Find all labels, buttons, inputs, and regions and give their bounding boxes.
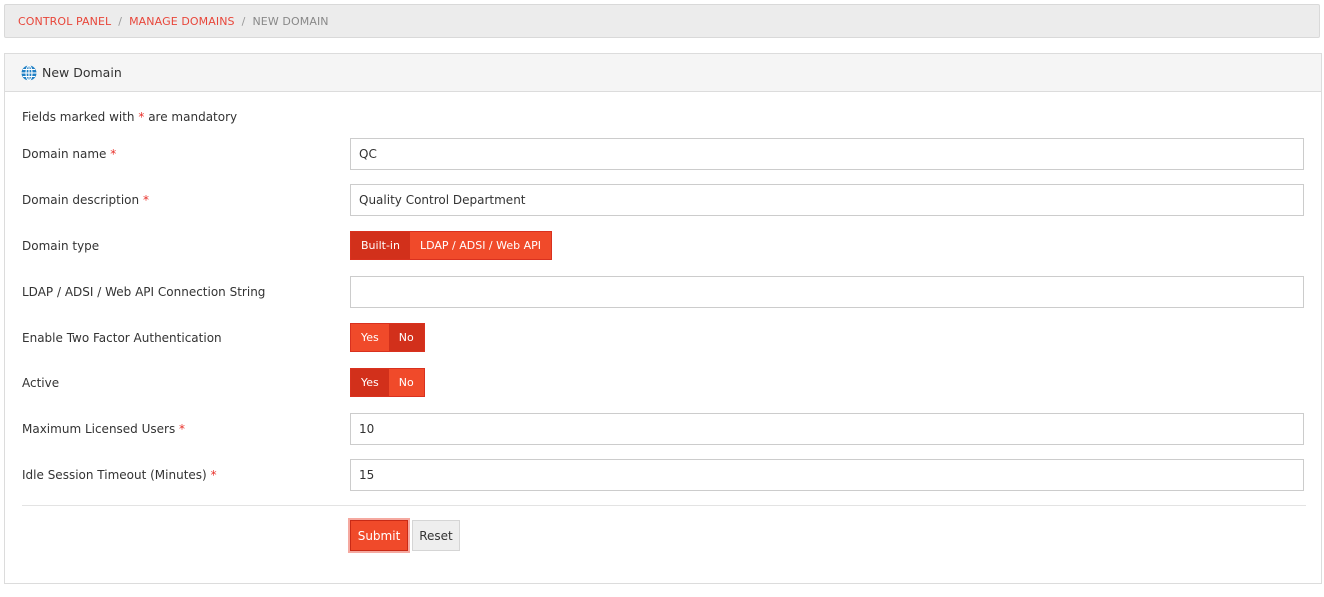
form-divider [22,505,1306,506]
globe-icon [21,64,37,81]
connection-string-row: LDAP / ADSI / Web API Connection String [22,276,1306,308]
active-yes-option[interactable]: Yes [351,369,389,396]
domain-name-input[interactable] [350,138,1304,170]
required-star: * [210,468,217,482]
new-domain-panel: New Domain Fields marked with * are mand… [4,53,1322,584]
two-factor-label: Enable Two Factor Authentication [22,331,222,345]
mandatory-note: Fields marked with * are mandatory [22,110,237,124]
breadcrumb-separator: / [241,14,246,28]
active-label: Active [22,376,60,390]
submit-button[interactable]: Submit [350,520,408,551]
mandatory-note-suffix: are mandatory [148,110,238,124]
domain-type-label: Domain type [22,239,100,253]
connection-string-label: LDAP / ADSI / Web API Connection String [22,285,266,299]
two-factor-row: Enable Two Factor Authentication Yes No [22,322,1306,354]
active-no-option[interactable]: No [388,369,424,396]
domain-description-label: Domain description * [22,193,149,207]
breadcrumb-control-panel[interactable]: CONTROL PANEL [18,15,111,28]
idle-timeout-label: Idle Session Timeout (Minutes) * [22,468,217,482]
active-row: Active Yes No [22,367,1306,399]
domain-description-row: Domain description * [22,184,1306,216]
reset-button[interactable]: Reset [412,520,460,551]
max-users-input[interactable] [350,413,1304,445]
two-factor-no-option[interactable]: No [388,324,424,351]
breadcrumb-separator: / [118,14,123,28]
connection-string-input[interactable] [350,276,1304,308]
max-users-row: Maximum Licensed Users * [22,413,1306,445]
breadcrumb-manage-domains[interactable]: MANAGE DOMAINS [129,15,235,28]
panel-header: New Domain [5,54,1321,92]
panel-title: New Domain [42,65,122,80]
domain-name-row: Domain name * [22,138,1306,170]
breadcrumb: CONTROL PANEL / MANAGE DOMAINS / NEW DOM… [4,4,1320,38]
mandatory-note-prefix: Fields marked with [22,110,135,124]
domain-type-builtin-option[interactable]: Built-in [351,232,410,259]
idle-timeout-row: Idle Session Timeout (Minutes) * [22,459,1306,491]
required-star: * [179,422,186,436]
required-star: * [110,147,117,161]
domain-name-label: Domain name * [22,147,117,161]
active-toggle: Yes No [350,368,425,397]
required-star: * [142,193,149,207]
two-factor-yes-option[interactable]: Yes [351,324,389,351]
two-factor-toggle: Yes No [350,323,425,352]
breadcrumb-current: NEW DOMAIN [252,14,329,28]
domain-description-input[interactable] [350,184,1304,216]
domain-type-toggle: Built-in LDAP / ADSI / Web API [350,231,553,260]
idle-timeout-input[interactable] [350,459,1304,491]
domain-type-ldap-option[interactable]: LDAP / ADSI / Web API [409,232,552,259]
required-star: * [138,110,145,124]
max-users-label: Maximum Licensed Users * [22,422,186,436]
domain-type-row: Domain type Built-in LDAP / ADSI / Web A… [22,230,1306,262]
